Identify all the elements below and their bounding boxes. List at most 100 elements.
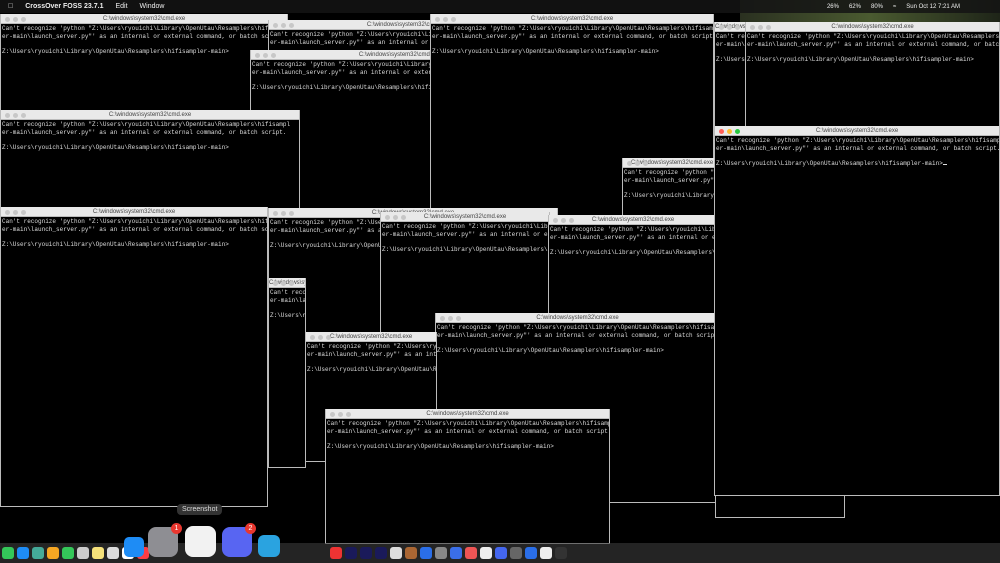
- menu-edit[interactable]: Edit: [115, 3, 127, 10]
- zoom-button[interactable]: [21, 209, 26, 215]
- cmd-window[interactable]: C:\windows\system32\cmd.exe Can't recogn…: [745, 22, 1000, 132]
- dock-telegram-icon[interactable]: [258, 535, 280, 557]
- wifi-icon[interactable]: ≈: [893, 4, 896, 10]
- console-output[interactable]: Can't recognize 'python "Z:\Users\ryouic…: [326, 419, 609, 451]
- close-button[interactable]: [5, 16, 10, 22]
- minimize-button[interactable]: [13, 112, 18, 118]
- cmd-window[interactable]: C:\windows\system32\cmd.exe Can't recogn…: [268, 278, 306, 468]
- console-output[interactable]: Can't recognize 'python "Z:\Users\ryouic…: [623, 168, 721, 200]
- dock-app-icon[interactable]: [510, 547, 522, 559]
- console-output[interactable]: Can't recognize 'python "Z:\Users\ryouic…: [715, 136, 999, 168]
- minimize-button[interactable]: [448, 315, 453, 321]
- dock-messages-icon[interactable]: [2, 547, 14, 559]
- title-bar[interactable]: C:\windows\system32\cmd.exe: [269, 278, 305, 288]
- minimize-button[interactable]: [758, 24, 763, 30]
- window-controls[interactable]: [553, 217, 574, 223]
- title-bar[interactable]: C:\windows\system32\cmd.exe: [436, 313, 719, 323]
- window-controls[interactable]: [750, 24, 771, 30]
- minimize-button[interactable]: [443, 16, 448, 22]
- window-controls[interactable]: [273, 280, 294, 286]
- zoom-button[interactable]: [735, 128, 740, 134]
- window-controls[interactable]: [255, 52, 276, 58]
- console-output[interactable]: Can't recognize 'python "Z:\Users\ryouic…: [381, 222, 549, 254]
- cmd-window[interactable]: C:\windows\system32\cmd.exe Can't recogn…: [325, 409, 610, 544]
- cmd-window[interactable]: C:\windows\system32\cmd.exe Can't recogn…: [714, 126, 1000, 496]
- minimize-button[interactable]: [281, 210, 286, 216]
- zoom-button[interactable]: [451, 16, 456, 22]
- console-output[interactable]: Can't recognize 'python "Z:\Users\ryouic…: [436, 323, 719, 355]
- title-bar[interactable]: C:\windows\system32\cmd.exe: [1, 14, 287, 24]
- dock-app-icon[interactable]: [525, 547, 537, 559]
- dock-mail-icon[interactable]: [17, 547, 29, 559]
- minimize-button[interactable]: [318, 334, 323, 340]
- close-button[interactable]: [440, 315, 445, 321]
- zoom-button[interactable]: [766, 24, 771, 30]
- minimize-button[interactable]: [561, 217, 566, 223]
- zoom-button[interactable]: [271, 52, 276, 58]
- zoom-button[interactable]: [289, 210, 294, 216]
- dock-after-effects-icon[interactable]: [345, 547, 357, 559]
- dock-app-icon[interactable]: [450, 547, 462, 559]
- cmd-window[interactable]: C:\windows\system32\cmd.exe Can't recogn…: [548, 215, 718, 315]
- minimize-button[interactable]: [263, 52, 268, 58]
- minimize-button[interactable]: [281, 280, 286, 286]
- close-button[interactable]: [273, 280, 278, 286]
- close-button[interactable]: [310, 334, 315, 340]
- app-menu[interactable]: CrossOver FOSS 23.7.1: [25, 3, 103, 10]
- zoom-button[interactable]: [21, 16, 26, 22]
- window-controls[interactable]: [330, 411, 351, 417]
- close-button[interactable]: [627, 160, 632, 166]
- zoom-button[interactable]: [643, 160, 648, 166]
- console-output[interactable]: Can't recognize 'python "Z:\Users\ryouic…: [431, 24, 713, 56]
- window-controls[interactable]: [5, 16, 26, 22]
- zoom-button[interactable]: [735, 24, 740, 30]
- title-bar[interactable]: C:\windows\system32\cmd.exe: [715, 126, 999, 136]
- status-memory[interactable]: 62%: [849, 4, 861, 10]
- clock[interactable]: Sun Oct 12 7:21 AM: [906, 4, 960, 10]
- cmd-window[interactable]: C:\windows\system32\cmd.exe Can't recogn…: [0, 110, 300, 210]
- minimize-button[interactable]: [13, 16, 18, 22]
- close-button[interactable]: [719, 128, 724, 134]
- dock-system-settings-icon[interactable]: 1: [148, 523, 182, 557]
- zoom-button[interactable]: [569, 217, 574, 223]
- cmd-window[interactable]: C:\windows\system32\cmd.exe Can't recogn…: [0, 207, 268, 507]
- close-button[interactable]: [273, 22, 278, 28]
- close-button[interactable]: [5, 209, 10, 215]
- dock-app-icon[interactable]: [465, 547, 477, 559]
- title-bar[interactable]: C:\windows\system32\cmd.exe: [1, 110, 299, 120]
- window-controls[interactable]: [5, 209, 26, 215]
- dock-photos-icon[interactable]: [47, 547, 59, 559]
- dock-facetime-icon[interactable]: [62, 547, 74, 559]
- minimize-button[interactable]: [727, 128, 732, 134]
- dock-premiere-icon[interactable]: [360, 547, 372, 559]
- console-output[interactable]: Can't recognize 'python "Z:\Users\ryouic…: [549, 225, 717, 257]
- window-controls[interactable]: [310, 334, 331, 340]
- status-disk[interactable]: 80%: [871, 4, 883, 10]
- close-button[interactable]: [385, 214, 390, 220]
- title-bar[interactable]: C:\windows\system32\cmd.exe: [326, 409, 609, 419]
- dock-app-icon[interactable]: [495, 547, 507, 559]
- menu-window[interactable]: Window: [140, 3, 165, 10]
- minimize-button[interactable]: [635, 160, 640, 166]
- dock-reminders-icon[interactable]: [107, 547, 119, 559]
- dock-app-icon[interactable]: [555, 547, 567, 559]
- dock-animate-icon[interactable]: [375, 547, 387, 559]
- dock-app-icon[interactable]: [480, 547, 492, 559]
- apple-menu-icon[interactable]: : [8, 3, 13, 10]
- console-output[interactable]: Can't recognize 'python "Z:\Users\ryouic…: [306, 342, 436, 374]
- zoom-button[interactable]: [326, 334, 331, 340]
- dock-app-icon[interactable]: [330, 547, 342, 559]
- close-button[interactable]: [435, 16, 440, 22]
- window-controls[interactable]: [435, 16, 456, 22]
- title-bar[interactable]: C:\windows\system32\cmd.exe: [1, 207, 267, 217]
- window-controls[interactable]: [627, 160, 648, 166]
- minimize-button[interactable]: [393, 214, 398, 220]
- minimize-button[interactable]: [281, 22, 286, 28]
- close-button[interactable]: [330, 411, 335, 417]
- console-output[interactable]: Can't recognize 'python "Z:\Users\ryouic…: [1, 217, 267, 249]
- dock-contacts-icon[interactable]: [77, 547, 89, 559]
- zoom-button[interactable]: [401, 214, 406, 220]
- dock-app-icon[interactable]: [420, 547, 432, 559]
- zoom-button[interactable]: [456, 315, 461, 321]
- title-bar[interactable]: C:\windows\system32\cmd.exe: [381, 212, 549, 222]
